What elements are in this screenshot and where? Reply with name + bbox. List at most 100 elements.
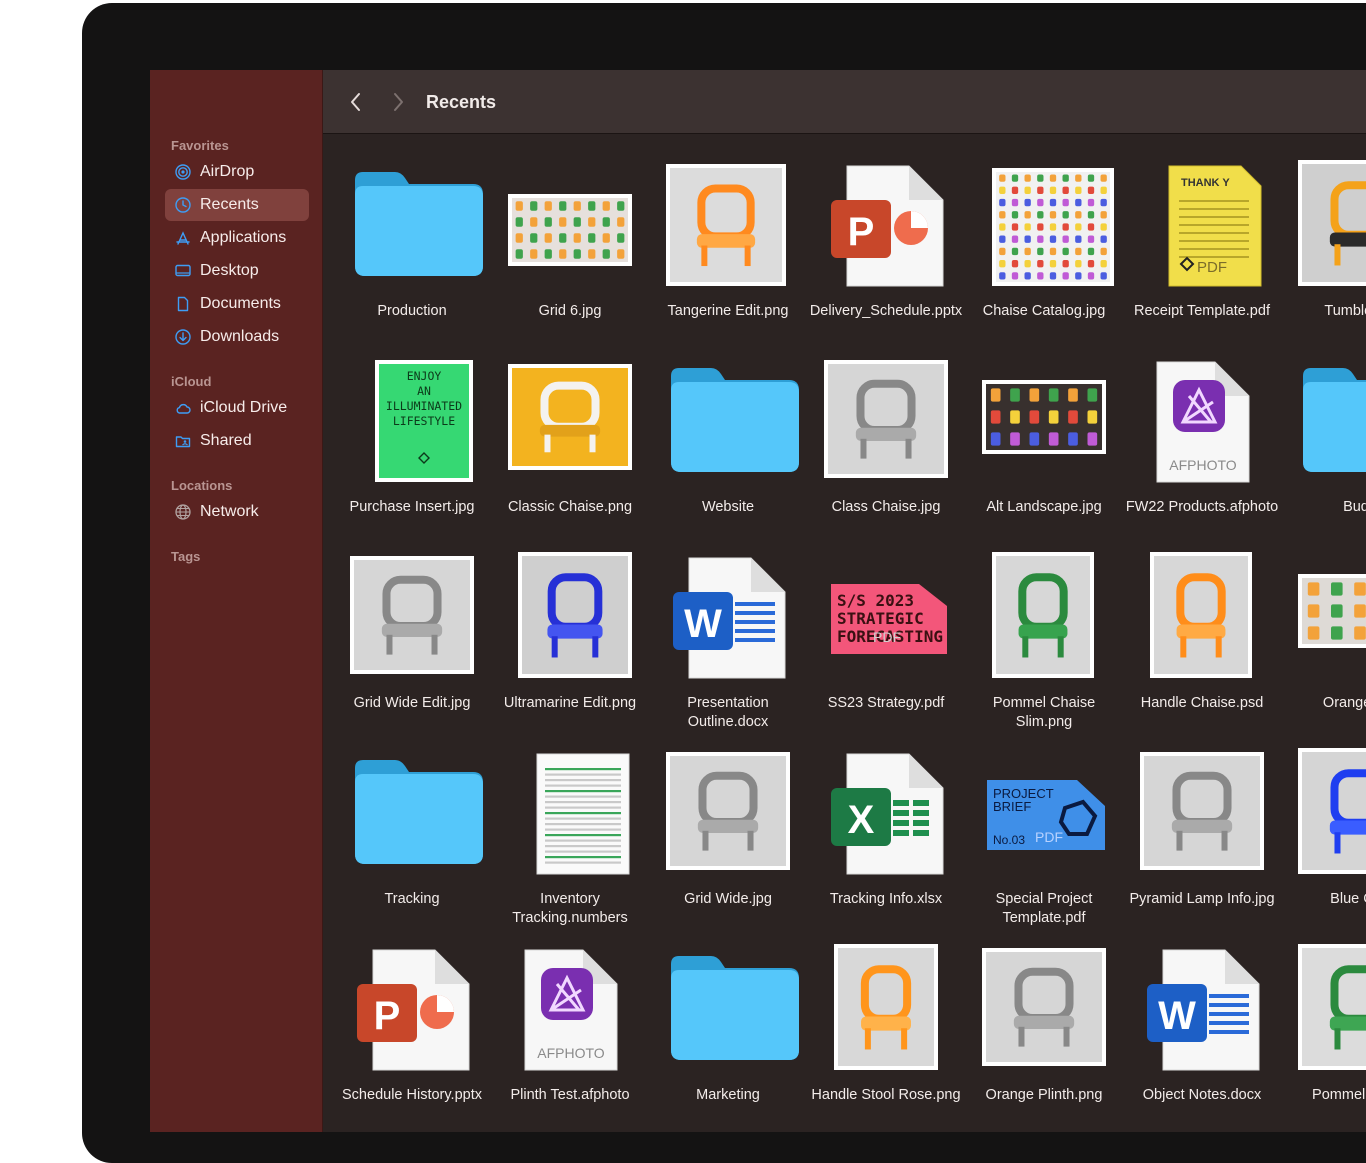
folder-icon-graphic	[355, 172, 483, 276]
sidebar-item-label: Downloads	[200, 328, 280, 345]
svg-text:No.03: No.03	[993, 833, 1025, 847]
sidebar-item-downloads[interactable]: Downloads	[165, 321, 309, 353]
image-thumbnail-graphic	[1140, 752, 1264, 870]
image-thumbnail	[1281, 154, 1366, 294]
image-thumbnail	[807, 350, 965, 490]
file-name: Purchase Insert.jpg	[349, 499, 475, 515]
file-item[interactable]: Classic Chaise.png	[491, 350, 649, 540]
file-name: Alt Landscape.jpg	[986, 499, 1102, 515]
svg-text:AN: AN	[417, 384, 431, 398]
powerpoint-file-icon-graphic: P	[831, 165, 944, 287]
file-item[interactable]: Grid 6.jpg	[491, 154, 649, 344]
file-name: Object Notes.docx	[1142, 1087, 1262, 1103]
folder-item[interactable]: Tracking	[333, 742, 491, 932]
file-name: Grid Wide.jpg	[684, 891, 772, 907]
file-item[interactable]: Grid Wide.jpg	[649, 742, 807, 932]
favorites-heading: Favorites	[171, 138, 229, 153]
folder-item[interactable]: Website	[649, 350, 807, 540]
powerpoint-file-icon-graphic: P	[357, 949, 470, 1071]
file-item[interactable]: ENJOY AN ILLUMINATED LIFESTYLE Purchase Inse…	[333, 350, 491, 540]
svg-text:AFPHOTO: AFPHOTO	[537, 1045, 605, 1061]
sidebar-item-label: Network	[200, 503, 259, 520]
word-file-icon-graphic: W	[1147, 949, 1260, 1071]
file-item[interactable]: P Schedule History.pptx	[333, 938, 491, 1128]
folder-item[interactable]: Production	[333, 154, 491, 344]
file-item[interactable]: Orange Plinth.png	[965, 938, 1123, 1128]
file-item[interactable]: Pommel Deep.	[1281, 938, 1366, 1128]
file-grid: Production Grid 6.jpg Tangerine Edit.png P D…	[323, 134, 1366, 1132]
file-name: Grid 6.jpg	[538, 303, 602, 319]
file-item[interactable]: Blue Cha	[1281, 742, 1366, 932]
file-item[interactable]: AFPHOTO Plinth Test.afphoto	[491, 938, 649, 1128]
file-item[interactable]: THANK Y PDF Receipt Template.pdf	[1123, 154, 1281, 344]
forward-button[interactable]	[388, 90, 408, 114]
file-name: Ultramarine Edit.png	[503, 695, 637, 711]
file-name: Classic Chaise.png	[507, 499, 633, 515]
sidebar-item-shared[interactable]: Shared	[165, 425, 309, 457]
file-item[interactable]: PROJECT BRIEF No.03 PDF Special Project Temp…	[965, 742, 1123, 932]
file-item[interactable]: Inventory Tracking.numbers	[491, 742, 649, 932]
file-name: SS23 Strategy.pdf	[827, 695, 945, 711]
affinity-photo-file-icon: AFPHOTO	[491, 938, 649, 1078]
file-item[interactable]: P Delivery_Schedule.pptx	[807, 154, 965, 344]
image-thumbnail	[649, 742, 807, 882]
file-name: Orange Hig	[1322, 695, 1366, 711]
image-thumbnail	[965, 154, 1123, 294]
word-file-icon: W	[649, 546, 807, 686]
image-thumbnail-graphic	[1150, 552, 1252, 678]
file-name: Website	[701, 499, 755, 515]
file-name: Chaise Catalog.jpg	[982, 303, 1106, 319]
sidebar-item-airdrop[interactable]: AirDrop	[165, 156, 309, 188]
excel-file-icon-graphic: X	[831, 753, 944, 875]
svg-text:PDF: PDF	[873, 629, 901, 645]
file-item[interactable]: W Object Notes.docx	[1123, 938, 1281, 1128]
file-item[interactable]: Tumble Mc	[1281, 154, 1366, 344]
file-item[interactable]: Chaise Catalog.jpg	[965, 154, 1123, 344]
file-item[interactable]: Handle Chaise.psd	[1123, 546, 1281, 736]
image-thumbnail	[1281, 546, 1366, 686]
file-item[interactable]: Alt Landscape.jpg	[965, 350, 1123, 540]
file-item[interactable]: Pyramid Lamp Info.jpg	[1123, 742, 1281, 932]
file-name: Pyramid Lamp Info.jpg	[1129, 891, 1275, 907]
sidebar-item-recents[interactable]: Recents	[165, 189, 309, 221]
file-name: Class Chaise.jpg	[831, 499, 941, 515]
image-thumbnail-graphic	[992, 168, 1114, 286]
file-item[interactable]: Ultramarine Edit.png	[491, 546, 649, 736]
file-item[interactable]: Orange Hig	[1281, 546, 1366, 736]
file-item[interactable]: Tangerine Edit.png	[649, 154, 807, 344]
image-thumbnail-graphic	[824, 360, 948, 478]
sidebar-item-applications[interactable]: Applications	[165, 222, 309, 254]
file-item[interactable]: S/S 2023 STRATEGIC FORECASTING PDF SS23 Stra…	[807, 546, 965, 736]
folder-item[interactable]: Marketing	[649, 938, 807, 1128]
sidebar-item-desktop[interactable]: Desktop	[165, 255, 309, 287]
sidebar-item-icloud-drive[interactable]: iCloud Drive	[165, 392, 309, 424]
clock-icon	[175, 197, 191, 213]
svg-text:PDF: PDF	[1197, 259, 1227, 276]
document-icon	[177, 296, 189, 312]
file-item[interactable]: Grid Wide Edit.jpg	[333, 546, 491, 736]
file-item[interactable]: Pommel Chaise Slim.png	[965, 546, 1123, 736]
file-item[interactable]: Handle Stool Rose.png	[807, 938, 965, 1128]
image-thumbnail	[333, 546, 491, 686]
image-thumbnail	[1281, 742, 1366, 882]
file-name: Tangerine Edit.png	[667, 303, 789, 319]
file-item[interactable]: W Presentation Outline.docx	[649, 546, 807, 736]
word-file-icon-graphic: W	[673, 557, 786, 679]
file-item[interactable]: Class Chaise.jpg	[807, 350, 965, 540]
file-item[interactable]: X Tracking Info.xlsx	[807, 742, 965, 932]
shared-folder-icon	[175, 436, 191, 448]
image-thumbnail-graphic	[666, 752, 790, 870]
back-button[interactable]	[346, 90, 366, 114]
sidebar-item-documents[interactable]: Documents	[165, 288, 309, 320]
file-name: Receipt Template.pdf	[1134, 303, 1270, 319]
pdf-file-icon: THANK Y PDF	[1123, 154, 1281, 294]
file-item[interactable]: AFPHOTO FW22 Products.afphoto	[1123, 350, 1281, 540]
image-thumbnail-graphic	[666, 164, 786, 286]
download-icon	[175, 329, 191, 345]
folder-item[interactable]: Budg	[1281, 350, 1366, 540]
folder-icon	[333, 742, 491, 882]
image-thumbnail	[965, 938, 1123, 1078]
image-thumbnail: ENJOY AN ILLUMINATED LIFESTYLE	[333, 350, 491, 490]
image-thumbnail-graphic	[1298, 944, 1366, 1070]
sidebar-item-network[interactable]: Network	[165, 496, 309, 528]
